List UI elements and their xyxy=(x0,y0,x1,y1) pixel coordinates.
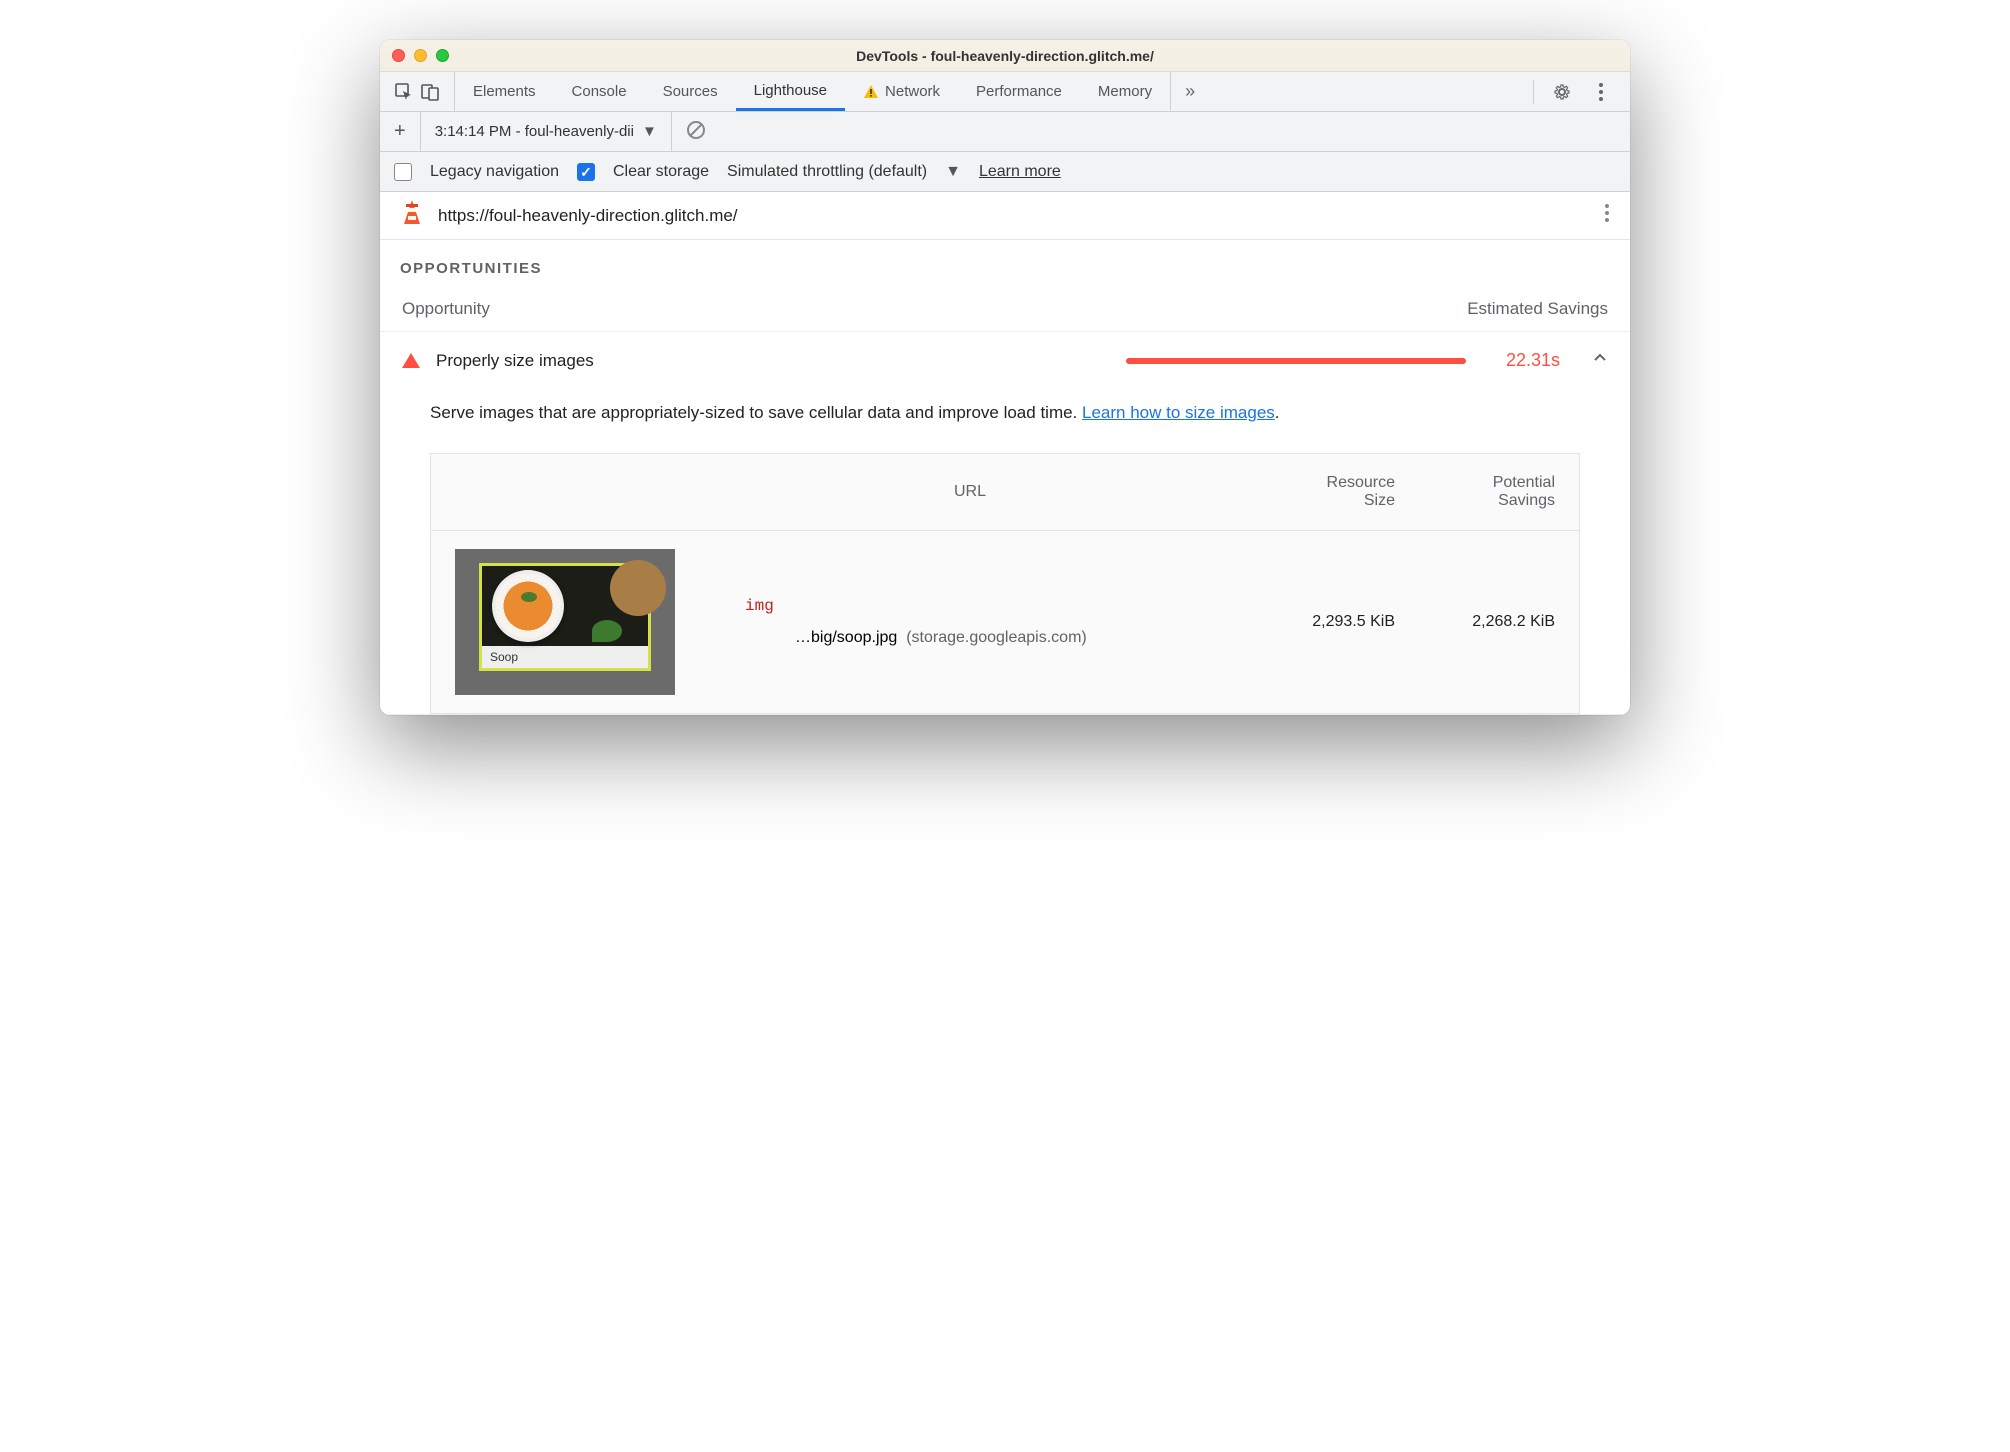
report-url: https://foul-heavenly-direction.glitch.m… xyxy=(438,206,738,226)
th-url: URL xyxy=(695,483,1245,501)
more-tabs-icon[interactable]: » xyxy=(1170,72,1209,111)
device-toggle-icon[interactable] xyxy=(420,82,440,102)
lighthouse-options: Legacy navigation Clear storage Simulate… xyxy=(380,152,1630,192)
tab-console[interactable]: Console xyxy=(554,72,645,111)
savings-value: 22.31s xyxy=(1506,350,1560,371)
th-size: ResourceSize xyxy=(1245,474,1395,510)
resource-size: 2,293.5 KiB xyxy=(1245,613,1395,631)
legacy-nav-label: Legacy navigation xyxy=(430,163,559,181)
titlebar: DevTools - foul-heavenly-direction.glitc… xyxy=(380,40,1630,72)
audit-desc-post: . xyxy=(1275,403,1280,422)
report-menu-icon[interactable] xyxy=(1604,203,1610,228)
throttling-label: Simulated throttling (default) xyxy=(727,163,927,181)
chevron-up-icon xyxy=(1592,350,1608,371)
tab-elements[interactable]: Elements xyxy=(455,72,554,111)
potential-savings: 2,268.2 KiB xyxy=(1395,613,1555,631)
audit-desc-link[interactable]: Learn how to size images xyxy=(1082,403,1275,422)
tab-sources[interactable]: Sources xyxy=(645,72,736,111)
col-opportunity: Opportunity xyxy=(402,299,490,319)
thumb-caption: Soop xyxy=(482,646,648,668)
thumbnail: Soop xyxy=(455,549,675,695)
lighthouse-icon xyxy=(400,198,424,233)
savings-bar xyxy=(1126,358,1466,364)
tab-network[interactable]: Network xyxy=(845,72,958,111)
audit-title: Properly size images xyxy=(436,351,594,371)
clear-storage-checkbox[interactable] xyxy=(577,163,595,181)
report-select-label: 3:14:14 PM - foul-heavenly-dii xyxy=(435,123,634,140)
table-row[interactable]: Soop img …big/soop.jpg (storage.googleap… xyxy=(431,531,1579,713)
tab-network-label: Network xyxy=(885,83,940,100)
tab-performance[interactable]: Performance xyxy=(958,72,1080,111)
report-url-row: https://foul-heavenly-direction.glitch.m… xyxy=(380,192,1630,240)
learn-more-link[interactable]: Learn more xyxy=(979,163,1061,181)
kebab-menu-icon[interactable] xyxy=(1590,82,1612,102)
audit-desc-text: Serve images that are appropriately-size… xyxy=(430,403,1082,422)
tab-memory[interactable]: Memory xyxy=(1080,72,1170,111)
clear-icon[interactable] xyxy=(686,120,706,144)
clear-storage-label: Clear storage xyxy=(613,163,709,181)
th-savings: PotentialSavings xyxy=(1395,474,1555,510)
section-title: OPPORTUNITIES xyxy=(380,240,1630,287)
table-header: URL ResourceSize PotentialSavings xyxy=(431,454,1579,531)
audit-description: Serve images that are appropriately-size… xyxy=(380,389,1630,443)
chevron-down-icon[interactable]: ▼ xyxy=(945,163,961,181)
fail-icon xyxy=(402,353,420,368)
new-report-icon[interactable]: + xyxy=(394,120,406,143)
audit-header[interactable]: Properly size images 22.31s xyxy=(380,332,1630,389)
opportunities-header: Opportunity Estimated Savings xyxy=(380,287,1630,331)
lighthouse-toolbar: + 3:14:14 PM - foul-heavenly-dii ▼ xyxy=(380,112,1630,152)
warning-icon xyxy=(863,84,879,100)
audit-item: Properly size images 22.31s Serve images… xyxy=(380,331,1630,715)
resources-table: URL ResourceSize PotentialSavings Soop xyxy=(430,453,1580,714)
element-tag: img xyxy=(695,597,1245,615)
legacy-nav-checkbox[interactable] xyxy=(394,163,412,181)
gear-icon[interactable] xyxy=(1544,82,1580,102)
chevron-down-icon: ▼ xyxy=(642,123,657,140)
devtools-window: DevTools - foul-heavenly-direction.glitc… xyxy=(380,40,1630,715)
resource-host: (storage.googleapis.com) xyxy=(906,629,1087,646)
window-title: DevTools - foul-heavenly-direction.glitc… xyxy=(380,48,1630,64)
tab-lighthouse[interactable]: Lighthouse xyxy=(736,72,845,111)
report-select[interactable]: 3:14:14 PM - foul-heavenly-dii ▼ xyxy=(420,112,657,151)
inspect-icon[interactable] xyxy=(394,82,414,102)
devtools-tabs: Elements Console Sources Lighthouse Netw… xyxy=(380,72,1630,112)
divider xyxy=(1533,80,1534,104)
col-savings: Estimated Savings xyxy=(1467,299,1608,319)
resource-path: …big/soop.jpg xyxy=(795,629,897,646)
